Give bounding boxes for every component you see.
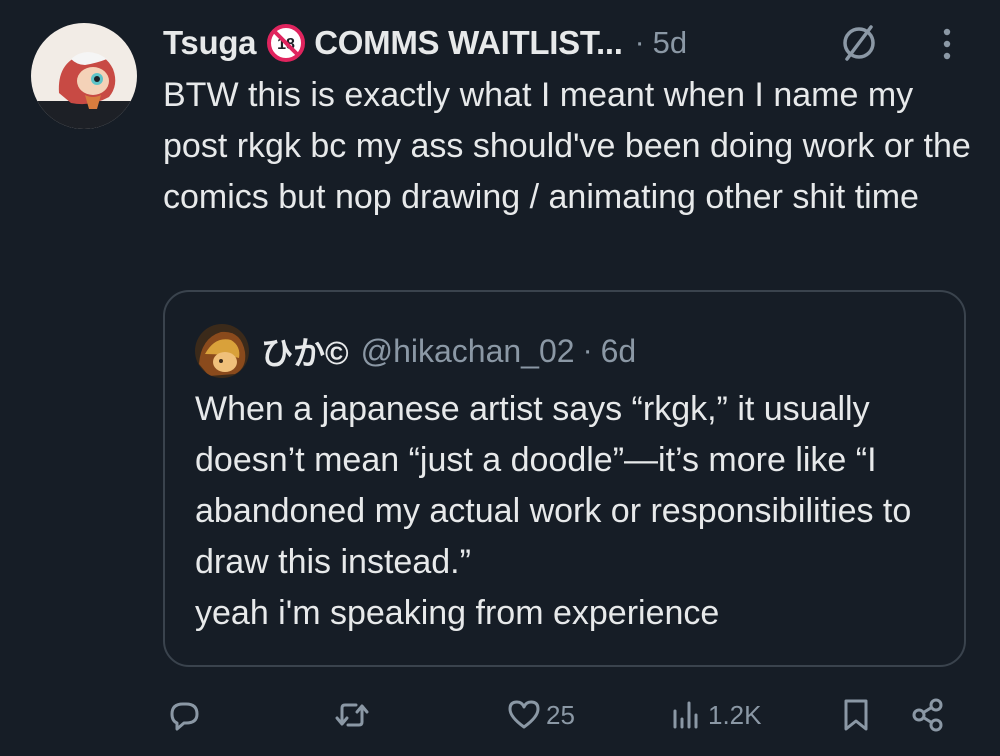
reply-button[interactable] [164, 690, 204, 740]
reply-icon [164, 695, 204, 735]
author-display-suffix[interactable]: COMMS WAITLIST... [314, 24, 623, 62]
bookmark-button[interactable] [838, 690, 874, 740]
quoted-post-timestamp[interactable]: 6d [601, 333, 637, 370]
quoted-post-text: When a japanese artist says “rkgk,” it u… [195, 390, 912, 632]
repost-button[interactable] [332, 690, 372, 740]
author-name[interactable]: Tsuga [163, 24, 257, 62]
share-button[interactable] [908, 690, 948, 740]
quoted-post-card[interactable]: ひか© @hikachan_02 · 6d When a japanese ar… [163, 290, 966, 667]
post-action-bar: 25 1.2K [0, 690, 1000, 740]
heart-icon [506, 695, 542, 735]
more-options-icon[interactable] [932, 24, 962, 64]
post-text: BTW this is exactly what I meant when I … [163, 76, 971, 216]
separator-dot: · [582, 334, 593, 367]
quoted-author-handle[interactable]: @hikachan_02 [361, 333, 575, 370]
separator-dot: · [634, 26, 645, 59]
grok-icon[interactable] [838, 22, 880, 64]
views-button[interactable]: 1.2K [668, 690, 762, 740]
quoted-author-name[interactable]: ひか© [261, 328, 349, 374]
like-count: 25 [546, 699, 575, 730]
no-under-18-icon: 18 [266, 23, 306, 63]
views-icon [668, 695, 704, 735]
author-avatar[interactable] [31, 23, 137, 129]
post-header: Tsuga 18 COMMS WAITLIST... · 5d [163, 19, 687, 67]
repost-icon [332, 695, 372, 735]
like-button[interactable]: 25 [506, 690, 575, 740]
post-timestamp[interactable]: 5d [653, 25, 687, 61]
quoted-author-avatar[interactable] [195, 324, 249, 378]
view-count: 1.2K [708, 699, 762, 730]
quoted-post-header: ひか© @hikachan_02 · 6d [261, 324, 636, 378]
bookmark-icon [838, 695, 874, 735]
share-icon [908, 695, 948, 735]
